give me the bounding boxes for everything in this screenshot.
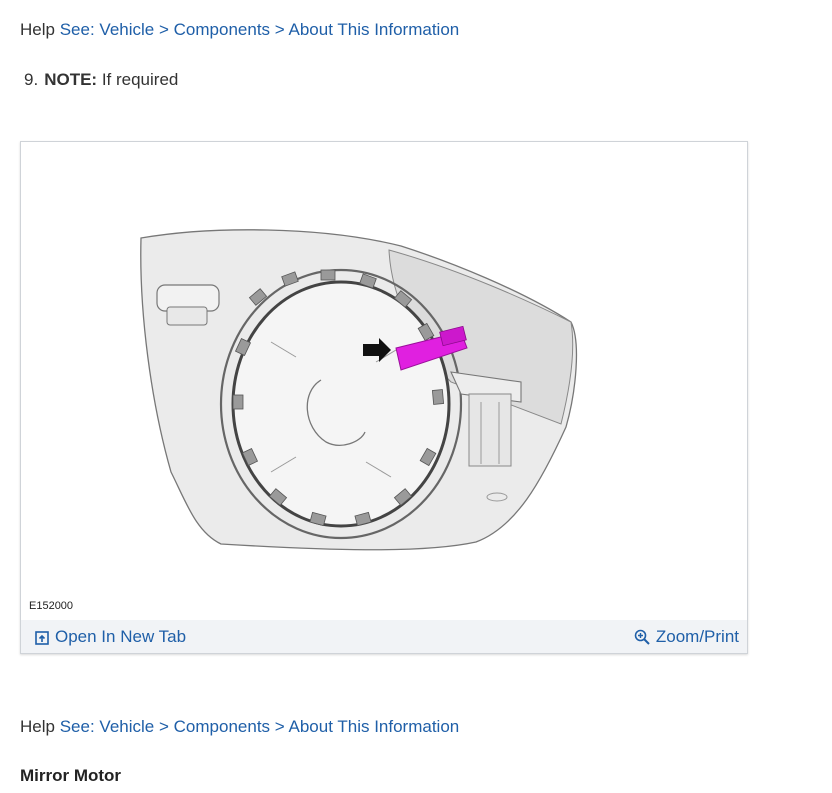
figure-toolbar: Open In New Tab Zoom/Print	[21, 620, 747, 653]
zoom-icon	[634, 629, 650, 645]
figure-panel: E152000 Open In New Tab Zoom/Print	[20, 141, 748, 654]
breadcrumb-components[interactable]: Components	[174, 20, 270, 39]
breadcrumb-about[interactable]: About This Information	[289, 717, 460, 736]
zoom-print-link[interactable]: Zoom/Print	[634, 627, 739, 647]
note-text: If required	[101, 70, 179, 89]
open-in-new-tab-link[interactable]: Open In New Tab	[35, 627, 186, 647]
breadcrumb-separator: >	[158, 20, 169, 39]
breadcrumb-vehicle[interactable]: Vehicle	[99, 20, 154, 39]
note-label: NOTE:	[44, 70, 98, 89]
breadcrumb-about[interactable]: About This Information	[289, 20, 460, 39]
breadcrumb-separator: >	[274, 20, 285, 39]
help-label: Help	[20, 717, 55, 736]
see-link[interactable]: See:	[60, 20, 95, 39]
breadcrumb-separator: >	[274, 717, 285, 736]
section-title: Mirror Motor	[20, 766, 122, 785]
motor-ring-inner	[231, 280, 451, 528]
breadcrumb-vehicle[interactable]: Vehicle	[99, 717, 154, 736]
help-breadcrumb-top: Help See: Vehicle > Components > About T…	[20, 19, 459, 41]
breadcrumb-components[interactable]: Components	[174, 717, 270, 736]
figure-id: E152000	[29, 600, 74, 612]
open-in-new-tab-label: Open In New Tab	[55, 627, 187, 646]
step-9: 9. NOTE: If required	[24, 69, 178, 91]
mirror-glass-illustration[interactable]	[21, 142, 747, 620]
help-breadcrumb-bottom: Help See: Vehicle > Components > About T…	[20, 716, 459, 738]
step-number: 9.	[24, 70, 39, 89]
open-in-new-tab-icon	[35, 631, 49, 645]
breadcrumb-separator: >	[158, 717, 169, 736]
help-label: Help	[20, 20, 55, 39]
zoom-print-label: Zoom/Print	[655, 627, 739, 646]
see-link[interactable]: See:	[60, 717, 95, 736]
